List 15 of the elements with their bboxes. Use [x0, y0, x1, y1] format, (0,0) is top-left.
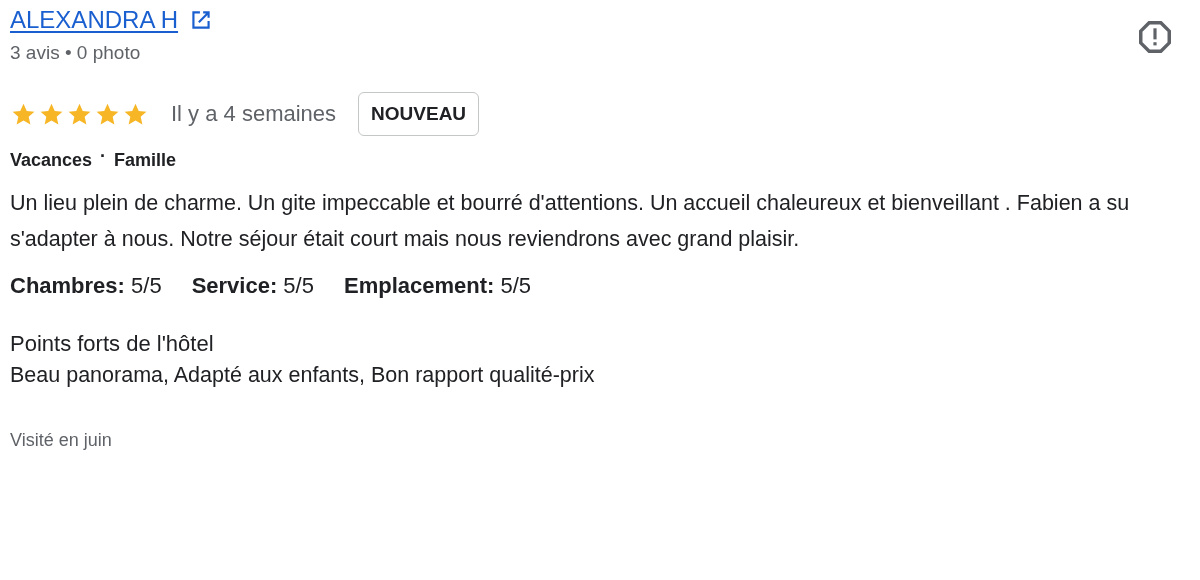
category-rating: Chambres: 5/5	[10, 273, 162, 299]
highlights-heading: Points forts de l'hôtel	[10, 331, 215, 357]
category-rating: Emplacement: 5/5	[343, 273, 532, 299]
trip-tag: Famille	[114, 150, 177, 171]
trip-tag: Vacances	[10, 150, 93, 171]
reviewer-stats: 3 avis • 0 photo	[10, 42, 142, 64]
category-rating: Service: 5/5	[191, 273, 314, 299]
new-badge: NOUVEAU	[358, 92, 480, 136]
visit-date: Visité en juin	[10, 430, 113, 451]
highlights-text: Beau panorama, Adapté aux enfants, Bon rapport qualité-prix	[10, 363, 596, 388]
separator-dot: ·	[100, 146, 107, 167]
reviewer-name-link[interactable]: ALEXANDRA H	[10, 6, 179, 34]
report-icon[interactable]	[1136, 18, 1174, 56]
review-text: Un lieu plein de charme. Un gite impeccable et bourré d'attentions. Un accueil chaleureux et bienveillant . Fabien a su s'adapter à nous. Notre séjour était court mais nous reviendrons avec grand plaisir.	[10, 190, 1131, 253]
review-date: Il y a 4 semaines	[171, 101, 337, 127]
